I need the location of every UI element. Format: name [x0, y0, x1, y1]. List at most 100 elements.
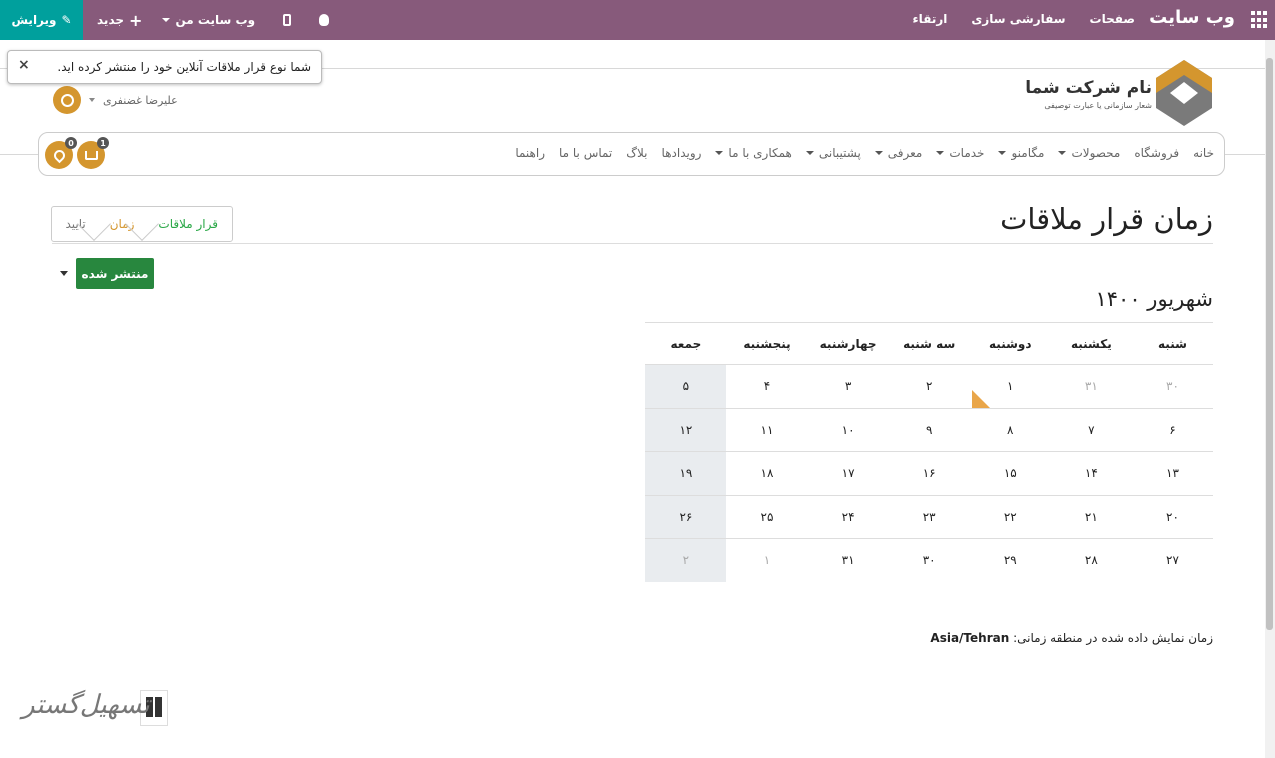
calendar-day[interactable]: ۱۵: [970, 452, 1051, 495]
nav-item[interactable]: پشتیبانی: [805, 146, 861, 160]
cart-button[interactable]: 1: [77, 137, 109, 169]
edit-button[interactable]: ✎ ویرایش: [0, 0, 83, 40]
calendar-day[interactable]: ۸: [970, 409, 1051, 452]
calendar-day[interactable]: ۱۴: [1051, 452, 1132, 495]
chevron-down-icon: [805, 151, 814, 155]
apps-grid-icon[interactable]: [1249, 11, 1267, 29]
step-appointment[interactable]: قرار ملاقات: [146, 207, 232, 241]
calendar-day[interactable]: ۱۷: [808, 452, 889, 495]
nav-item[interactable]: فروشگاه: [1134, 146, 1179, 160]
nav-item-label: خانه: [1193, 146, 1214, 160]
calendar-day[interactable]: ۳: [808, 365, 889, 408]
nav-item-label: فروشگاه: [1134, 146, 1180, 160]
user-menu[interactable]: علیرضا غضنفری: [53, 86, 178, 114]
calendar-day[interactable]: ۲: [889, 365, 970, 408]
calendar-day[interactable]: ۱: [726, 539, 807, 582]
nav-item[interactable]: خدمات: [936, 146, 984, 160]
calendar-day[interactable]: ۲۲: [970, 496, 1051, 539]
calendar-week-row: ۶ ۷ ۸ ۹ ۱۰ ۱۱ ۱۲: [645, 407, 1213, 452]
calendar-day[interactable]: ۴: [726, 365, 807, 408]
search-button[interactable]: [53, 86, 81, 114]
company-slogan: شعار سازمانی یا عبارت توصیفی: [1044, 101, 1152, 110]
calendar-day[interactable]: ۳۱: [808, 539, 889, 582]
calendar-day[interactable]: ۲۴: [808, 496, 889, 539]
calendar-day[interactable]: ۱۸: [726, 452, 807, 495]
calendar-week-row: ۳۰ ۳۱ ۱ ۲ ۳ ۴ ۵: [645, 364, 1213, 408]
calendar-day[interactable]: ۵: [645, 365, 727, 408]
calendar-day-number: ۱: [763, 553, 771, 568]
calendar-day[interactable]: ۱۶: [889, 452, 970, 495]
calendar-day-number: ۲۰: [1166, 509, 1179, 524]
calendar-day-number: ۶: [1169, 422, 1176, 437]
calendar-day-number: ۴: [763, 379, 771, 394]
calendar-day[interactable]: ۹: [889, 409, 970, 452]
wishlist-button[interactable]: 0: [45, 137, 77, 169]
calendar-day-number: ۲۷: [1166, 553, 1179, 568]
chevron-down-icon: [998, 151, 1007, 155]
chevron-down-icon: [1058, 151, 1067, 155]
nav-item-label: همکاری با ما: [728, 146, 792, 160]
nav-item-label: مگامنو: [1011, 146, 1045, 160]
calendar-day[interactable]: ۲۵: [726, 496, 807, 539]
admin-menu-pages[interactable]: صفحات: [1090, 12, 1135, 26]
calendar-day-number: ۱۸: [760, 466, 774, 481]
mobile-preview-button[interactable]: [283, 14, 292, 26]
chevron-down-icon[interactable]: [60, 271, 68, 276]
weekday-header: یکشنبه: [1070, 336, 1112, 351]
nav-item[interactable]: محصولات: [1058, 146, 1120, 160]
edit-button-label: ویرایش: [11, 13, 57, 27]
my-website-dropdown[interactable]: وب سایت من: [162, 13, 255, 27]
calendar-week-row: ۲۷ ۲۸ ۲۹ ۳۰ ۳۱ ۱ ۲: [645, 538, 1213, 582]
admin-menu-upgrade[interactable]: ارتقاء: [913, 12, 948, 26]
close-icon[interactable]: ×: [18, 57, 30, 73]
nav-item[interactable]: خانه: [1193, 146, 1214, 160]
calendar-day[interactable]: ۱۱: [726, 409, 807, 452]
calendar-day-number: ۱۴: [1084, 466, 1098, 481]
nav-item-label: معرفی: [887, 146, 923, 160]
calendar-day[interactable]: ۱۲: [645, 408, 727, 451]
calendar-day[interactable]: ۱۰: [808, 409, 889, 452]
calendar-day[interactable]: ۲۷: [1132, 539, 1213, 582]
nav-item[interactable]: مگامنو: [998, 146, 1044, 160]
breadcrumb: قرار ملاقات زمان تایید: [51, 206, 233, 242]
nav-item[interactable]: راهنما: [515, 146, 545, 160]
admin-brand[interactable]: وب سایت: [1149, 7, 1235, 28]
debug-button[interactable]: [319, 14, 330, 26]
nav-item[interactable]: بلاگ: [626, 146, 647, 160]
calendar-day-number: ۳۱: [1084, 379, 1098, 394]
calendar-day[interactable]: ۷: [1051, 409, 1132, 452]
calendar-day[interactable]: ۲۱: [1051, 496, 1132, 539]
calendar-week-row: ۱۳ ۱۴ ۱۵ ۱۶ ۱۷ ۱۸ ۱۹: [645, 451, 1213, 495]
calendar-day[interactable]: ۲۹: [970, 539, 1051, 582]
calendar-day[interactable]: ۲۶: [645, 495, 727, 538]
published-button[interactable]: منتشر شده: [76, 258, 154, 289]
user-name[interactable]: علیرضا غضنفری: [103, 94, 178, 107]
calendar-day[interactable]: ۶: [1132, 409, 1213, 452]
calendar-day[interactable]: ۳۰: [1132, 365, 1213, 408]
calendar-day[interactable]: ۳۰: [889, 539, 970, 582]
calendar-day-number: ۲۱: [1084, 509, 1098, 524]
company-logo[interactable]: نام شرکت شما شعار سازمانی یا عبارت توصیف…: [1025, 60, 1212, 126]
nav-item[interactable]: تماس با ما: [559, 146, 612, 160]
nav-item[interactable]: معرفی: [874, 146, 923, 160]
calendar-day[interactable]: ۲۳: [889, 496, 970, 539]
scrollbar-thumb[interactable]: [1266, 58, 1273, 630]
calendar-day[interactable]: ۲۰: [1132, 496, 1213, 539]
admin-menu: صفحات سفارشی سازی ارتقاء: [913, 12, 1135, 26]
page-title: زمان قرار ملاقات: [1000, 202, 1213, 236]
calendar-day-number: ۳۰: [922, 553, 936, 568]
calendar-day[interactable]: ۳۱: [1051, 365, 1132, 408]
calendar-day[interactable]: ۲۸: [1051, 539, 1132, 582]
calendar-day-number: ۲۵: [760, 509, 774, 524]
admin-menu-customize[interactable]: سفارشی سازی: [971, 12, 1065, 26]
calendar-day[interactable]: ۱: [970, 365, 1051, 408]
new-button[interactable]: + جدید: [97, 11, 142, 30]
calendar-day-number: ۱۰: [841, 422, 855, 437]
bug-icon: [319, 14, 330, 26]
calendar-day[interactable]: ۱۳: [1132, 452, 1213, 495]
nav-item-label: بلاگ: [626, 146, 648, 160]
calendar-day[interactable]: ۱۹: [645, 452, 727, 495]
nav-item[interactable]: همکاری با ما: [715, 146, 792, 160]
nav-item[interactable]: رویدادها: [662, 146, 702, 160]
calendar-day[interactable]: ۲: [645, 539, 727, 582]
